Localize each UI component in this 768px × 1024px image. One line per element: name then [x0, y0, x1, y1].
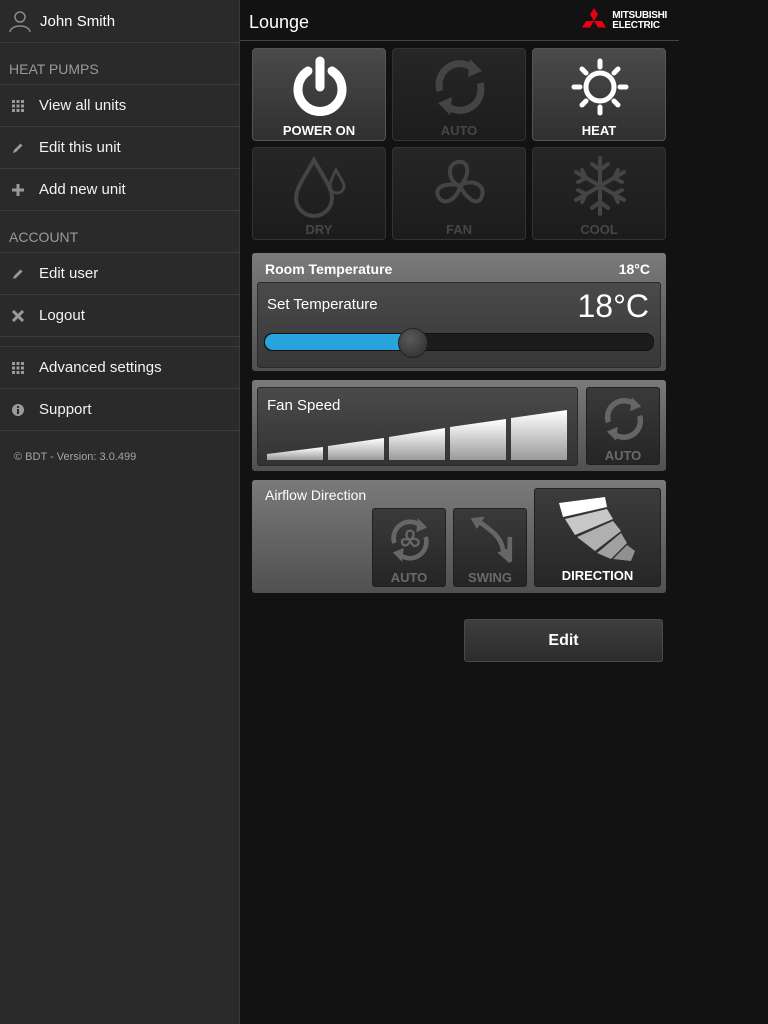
header: Lounge MITSUBISHI ELECTRIC: [240, 0, 679, 41]
brand-logo: MITSUBISHI ELECTRIC: [579, 8, 667, 34]
airflow-swing-label: SWING: [467, 570, 513, 585]
auto-cycle-icon: [604, 397, 644, 441]
airflow-swing-button[interactable]: SWING: [453, 508, 527, 587]
auto-cycle-icon: [435, 59, 485, 115]
airflow-auto-button[interactable]: AUTO: [372, 508, 446, 587]
nav-label: View all units: [39, 97, 127, 114]
sidebar: John Smith HEAT PUMPS View all units Edi…: [0, 0, 240, 1024]
power-icon: [293, 56, 347, 116]
grid-icon: [11, 99, 25, 113]
fan-level-4: [450, 419, 506, 460]
brand-line-2: ELECTRIC: [612, 20, 660, 31]
user-icon: [9, 11, 31, 33]
fan-speed-panel: Fan Speed AUTO: [252, 380, 666, 471]
airflow-label: Airflow Direction: [265, 487, 367, 503]
temp-slider-fill: [265, 334, 413, 350]
nav-label: Edit user: [39, 265, 99, 282]
mode-dry-button[interactable]: DRY: [252, 147, 386, 240]
version-text: © BDT - Version: 3.0.499: [14, 451, 137, 463]
account-heading: ACCOUNT: [0, 211, 239, 253]
airflow-panel: Airflow Direction AUTO SWING DIRECTION: [252, 480, 666, 593]
droplet-icon: [293, 155, 346, 218]
mitsubishi-logo-icon: [582, 8, 607, 28]
fan-speed-box: Fan Speed: [257, 387, 578, 466]
temp-slider[interactable]: [264, 328, 654, 358]
room-temp-value: 18°C: [618, 261, 650, 277]
fan-level-3: [389, 428, 445, 460]
mode-label: DRY: [305, 222, 333, 237]
fan-auto-label: AUTO: [604, 448, 642, 463]
room-temp-label: Room Temperature: [265, 261, 393, 277]
user-row[interactable]: John Smith: [0, 0, 239, 43]
fan-icon: [435, 159, 485, 204]
mode-label: POWER ON: [282, 123, 356, 138]
edit-button[interactable]: Edit: [464, 619, 663, 662]
fan-level-1: [267, 447, 323, 460]
mode-cool-button[interactable]: COOL: [532, 147, 666, 240]
mode-auto-button[interactable]: AUTO: [392, 48, 526, 141]
heat-pumps-heading: HEAT PUMPS: [0, 43, 239, 85]
nav-support[interactable]: Support: [0, 389, 239, 431]
page-title: Lounge: [249, 12, 310, 32]
nav-edit-user[interactable]: Edit user: [0, 253, 239, 295]
nav-label: Edit this unit: [39, 139, 121, 156]
nav-view-all-units[interactable]: View all units: [0, 85, 239, 127]
pencil-icon: [11, 267, 25, 281]
direction-icon: [559, 497, 635, 561]
nav-advanced-settings[interactable]: Advanced settings: [0, 347, 239, 389]
sun-icon: [571, 58, 629, 116]
nav-add-new-unit[interactable]: Add new unit: [0, 169, 239, 211]
airflow-direction-button[interactable]: DIRECTION: [534, 488, 661, 587]
user-name: John Smith: [40, 12, 116, 30]
info-icon: [11, 403, 25, 417]
snowflake-icon: [574, 156, 626, 216]
mode-label: HEAT: [581, 123, 617, 138]
airflow-direction-label: DIRECTION: [561, 568, 634, 583]
temp-slider-thumb[interactable]: [398, 328, 429, 358]
mode-heat-button[interactable]: HEAT: [532, 48, 666, 141]
nav-label: Advanced settings: [39, 359, 162, 376]
set-temp-value: 18°C: [577, 288, 650, 324]
fan-level-2: [328, 438, 384, 460]
close-icon: [11, 309, 25, 323]
mode-label: COOL: [580, 222, 618, 237]
fan-level-5: [511, 410, 567, 460]
temperature-panel: Room Temperature 18°C Set Temperature 18…: [252, 253, 666, 371]
nav-edit-this-unit[interactable]: Edit this unit: [0, 127, 239, 169]
airflow-auto-label: AUTO: [390, 570, 428, 585]
fan-auto-button[interactable]: AUTO: [586, 387, 660, 465]
pencil-icon: [11, 141, 25, 155]
nav-label: Add new unit: [39, 181, 126, 198]
nav-logout[interactable]: Logout: [0, 295, 239, 337]
mode-label: FAN: [446, 222, 472, 237]
nav-label: Logout: [39, 307, 85, 324]
set-temp-label: Set Temperature: [267, 296, 378, 313]
nav-label: Support: [39, 401, 92, 418]
mode-label: AUTO: [440, 123, 478, 138]
plus-icon: [11, 183, 25, 197]
swing-icon: [470, 516, 513, 564]
main-content: Lounge MITSUBISHI ELECTRIC POWER ON AUTO…: [240, 0, 768, 1024]
sidebar-divider: [0, 337, 239, 347]
auto-fan-icon: [391, 518, 429, 562]
grid-icon: [11, 361, 25, 375]
fan-speed-selector[interactable]: [267, 410, 569, 460]
power-button[interactable]: POWER ON: [252, 48, 386, 141]
set-temp-box: Set Temperature 18°C: [257, 282, 661, 368]
mode-fan-button[interactable]: FAN: [392, 147, 526, 240]
